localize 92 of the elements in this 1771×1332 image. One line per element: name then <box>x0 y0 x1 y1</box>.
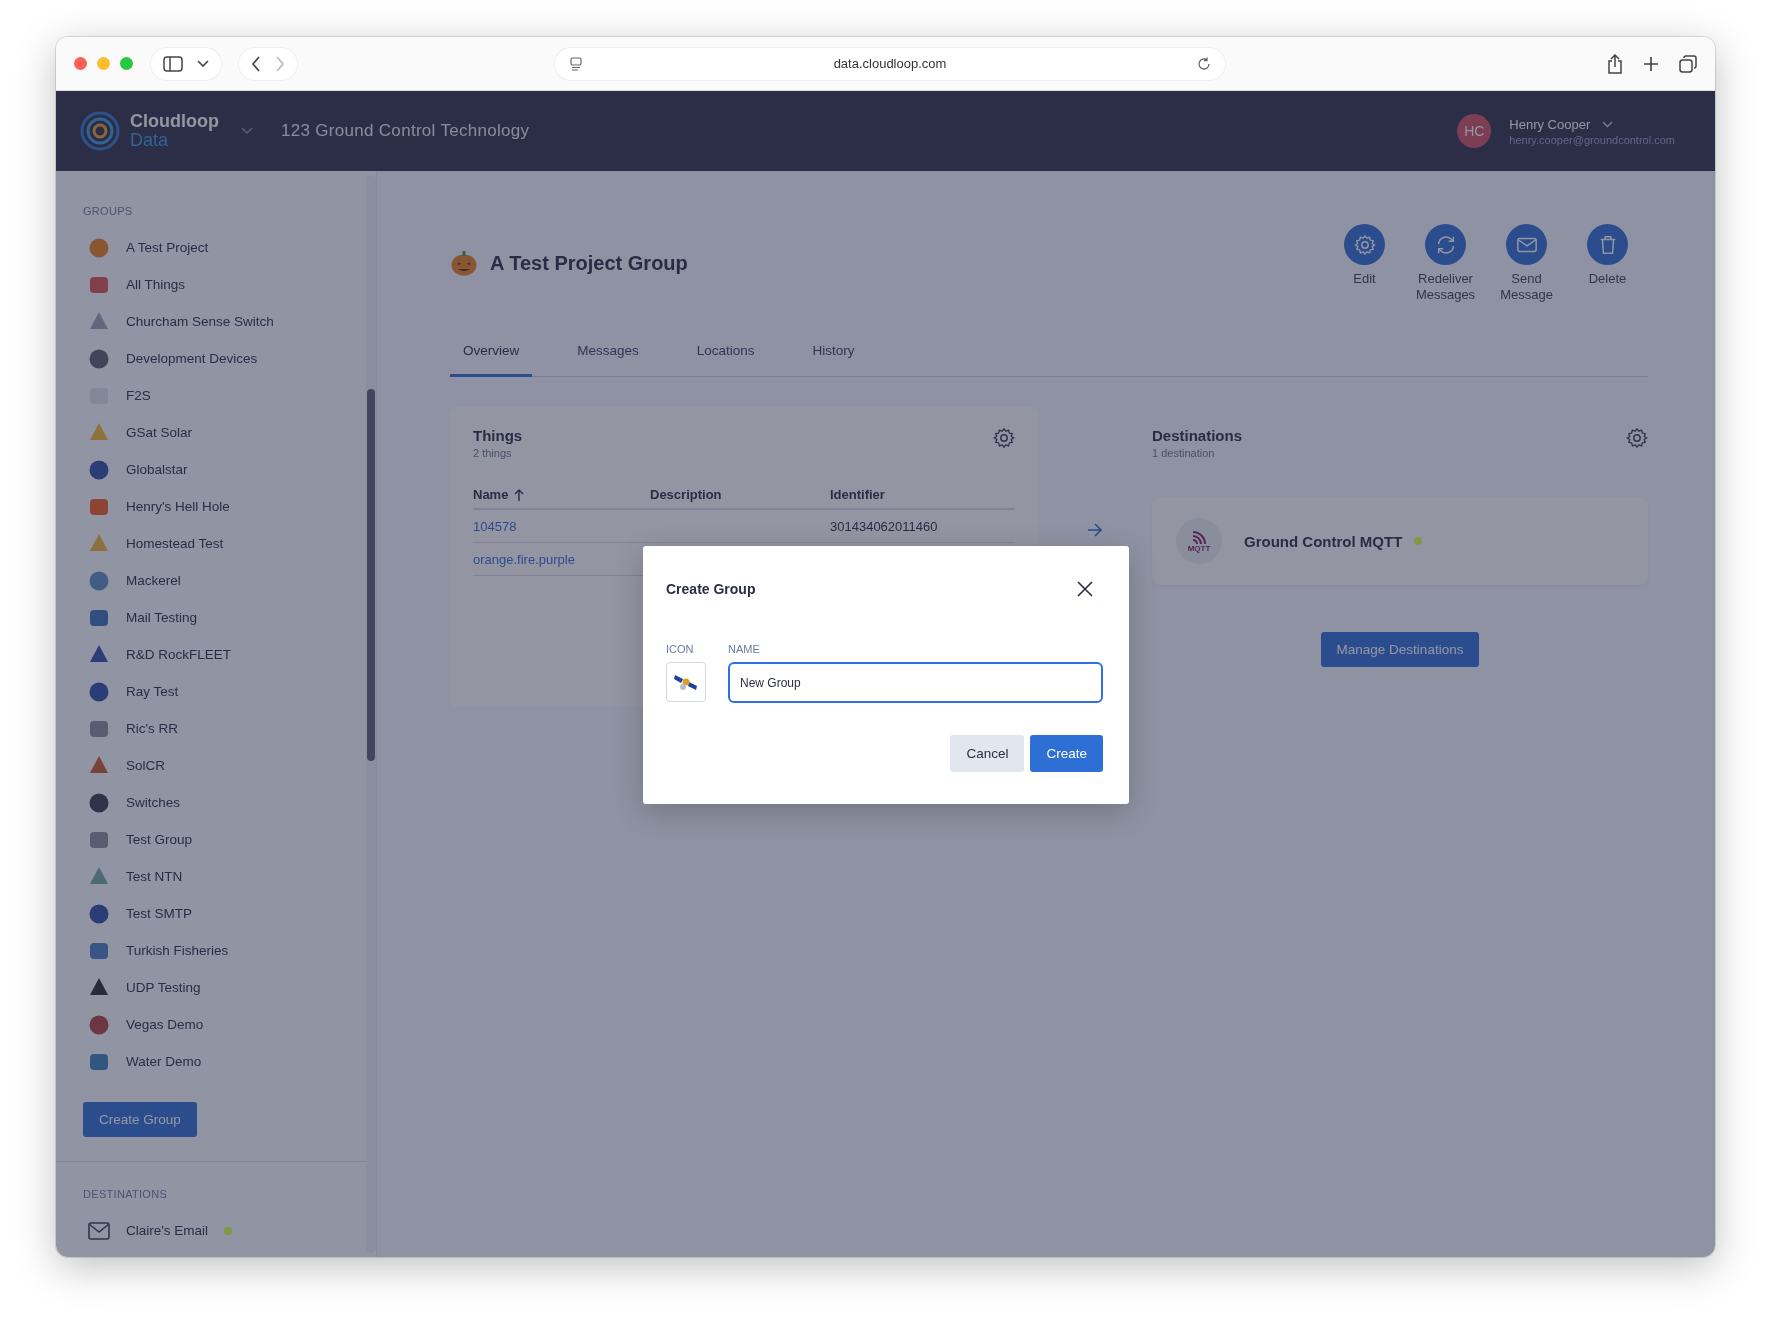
sidebar-toggle-icon[interactable] <box>163 55 183 72</box>
group-icon <box>88 458 110 481</box>
create-button[interactable]: Create <box>1030 735 1103 772</box>
group-link[interactable]: Vegas Demo <box>126 1017 204 1032</box>
action-button[interactable]: Redeliver Messages <box>1405 224 1486 303</box>
section-title: Destinations <box>1152 427 1242 444</box>
section-subtitle: 1 destination <box>1152 447 1216 459</box>
group-icon <box>88 791 110 814</box>
thing-link[interactable]: orange.fire.purple <box>473 551 575 567</box>
destination-link[interactable]: Claire's Email <box>126 1223 209 1238</box>
create-group-button[interactable]: Create Group <box>83 1102 197 1137</box>
group-link[interactable]: Mail Testing <box>126 610 198 625</box>
group-link[interactable]: Switches <box>126 795 181 810</box>
group-link[interactable]: Turkish Fisheries <box>126 943 229 958</box>
group-icon <box>88 1013 110 1036</box>
section-heading: DESTINATIONS <box>83 1188 169 1200</box>
logo-icon <box>80 111 120 151</box>
close-icon[interactable] <box>1077 581 1093 597</box>
brand-name: Cloudloop <box>130 112 219 131</box>
destination-card[interactable]: MQTT Ground Control MQTT <box>1152 497 1648 585</box>
satellite-icon <box>674 672 698 692</box>
cancel-button[interactable]: Cancel <box>950 735 1025 772</box>
tab[interactable]: Overview <box>450 333 533 377</box>
group-link[interactable]: Churcham Sense Switch <box>126 314 274 329</box>
destination-name: Ground Control MQTT <box>1244 532 1403 550</box>
group-link[interactable]: R&D RockFLEET <box>126 647 232 662</box>
organization-name: 123 Ground Control Technology <box>281 121 530 141</box>
reload-icon[interactable] <box>1197 56 1211 71</box>
close-window-button[interactable] <box>74 57 87 70</box>
group-link[interactable]: Test NTN <box>126 869 183 884</box>
back-icon[interactable] <box>251 55 261 72</box>
new-tab-icon[interactable] <box>1643 55 1659 72</box>
group-link[interactable]: Globalstar <box>126 462 188 477</box>
name-field[interactable]: New Group <box>728 662 1103 703</box>
action-button[interactable]: Delete <box>1567 224 1648 303</box>
column-header[interactable]: Description <box>650 487 722 502</box>
group-link[interactable]: All Things <box>126 277 186 292</box>
group-link[interactable]: Henry's Hell Hole <box>126 499 230 514</box>
brand-subtitle: Data <box>130 131 169 150</box>
card-subtitle: 2 things <box>473 447 513 459</box>
group-link[interactable]: Mackerel <box>126 573 181 588</box>
share-icon[interactable] <box>1607 53 1623 74</box>
group-link[interactable]: SolCR <box>126 758 165 773</box>
pumpkin-icon <box>450 249 478 277</box>
group-link[interactable]: GSat Solar <box>126 425 193 440</box>
arrow-right-icon <box>1087 523 1103 537</box>
action-button[interactable]: Send Message <box>1486 224 1567 303</box>
tab[interactable]: Locations <box>683 333 768 377</box>
group-link[interactable]: Ric's RR <box>126 721 179 736</box>
page-title: A Test Project Group <box>490 251 688 275</box>
group-icon <box>88 347 110 370</box>
group-icon <box>88 680 110 703</box>
group-link[interactable]: Water Demo <box>126 1054 202 1069</box>
table-cell: 301434062011460 <box>830 518 938 534</box>
manage-destinations-button[interactable]: Manage Destinations <box>1320 632 1480 667</box>
column-header[interactable]: Identifier <box>830 487 885 502</box>
icon-picker[interactable] <box>666 662 706 702</box>
tab[interactable]: History <box>799 333 868 377</box>
mqtt-logo: MQTT <box>1176 518 1222 564</box>
group-icon <box>88 902 110 925</box>
user-email: henry.cooper@groundcontrol.com <box>1509 133 1675 146</box>
field-label: NAME <box>728 643 761 655</box>
card-title: Things <box>473 427 523 444</box>
action-button[interactable]: Edit <box>1324 224 1405 303</box>
chevron-down-icon[interactable] <box>197 59 209 68</box>
dialog-title: Create Group <box>666 581 756 597</box>
user-avatar[interactable]: HC <box>1457 114 1492 148</box>
group-link[interactable]: Test Group <box>126 832 193 847</box>
address-bar[interactable]: data.cloudloop.com <box>555 47 1225 80</box>
scrollbar-thumb[interactable] <box>367 389 375 761</box>
field-label: ICON <box>666 643 695 655</box>
group-link[interactable]: UDP Testing <box>126 980 201 995</box>
page-icon <box>569 56 583 71</box>
column-header[interactable]: Name <box>473 487 509 502</box>
settings-icon <box>1353 233 1376 256</box>
group-link[interactable]: Development Devices <box>126 351 258 366</box>
settings-icon[interactable] <box>993 427 1015 449</box>
group-link[interactable]: Homestead Test <box>126 536 224 551</box>
tab[interactable]: Messages <box>564 333 652 377</box>
group-link[interactable]: Test SMTP <box>126 906 192 921</box>
envelope-icon <box>88 1221 110 1240</box>
settings-icon[interactable] <box>1626 427 1648 449</box>
group-link[interactable]: F2S <box>126 388 151 403</box>
group-icon <box>88 569 110 592</box>
tabs-overview-icon[interactable] <box>1679 54 1697 73</box>
user-name[interactable]: Henry Cooper <box>1509 116 1591 132</box>
group-link[interactable]: A Test Project <box>126 240 209 255</box>
thing-link[interactable]: 104578 <box>473 518 517 534</box>
section-heading: GROUPS <box>83 205 134 217</box>
group-link[interactable]: Ray Test <box>126 684 179 699</box>
group-icon <box>88 236 110 259</box>
sort-up-icon[interactable] <box>514 488 525 501</box>
